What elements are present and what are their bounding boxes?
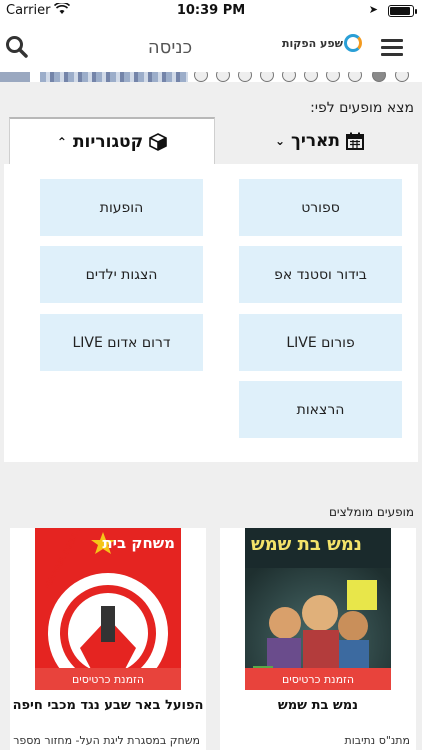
logo-swirl-icon (344, 34, 362, 52)
tab-categories-label: קטגוריות (72, 131, 144, 152)
carousel-dot[interactable] (348, 72, 362, 82)
box-icon (149, 132, 167, 151)
event-title[interactable]: הפועל באר שבע נגד מכבי חיפה (10, 698, 206, 713)
calendar-icon (346, 132, 365, 150)
tab-date-label: תאריך (291, 130, 341, 151)
order-tickets-button[interactable]: הזמנת כרטיסים (245, 668, 391, 690)
event-card[interactable]: משחק בית HAPOEL BEER-SHEVA הזמנת כרטיסים… (10, 528, 206, 750)
category-south-red-live[interactable]: דרום אדום LIVE (40, 314, 203, 371)
banner-image (0, 72, 30, 82)
app-header: כניסה שפע הפקות (0, 22, 422, 72)
category-forum-live[interactable]: פורום LIVE (239, 314, 402, 371)
chevron-up-icon: ⌃ (56, 134, 67, 149)
carousel-dot[interactable] (304, 72, 318, 82)
poster-title: נמש בת שמש (251, 534, 362, 555)
order-tickets-button[interactable]: הזמנת כרטיסים (35, 668, 181, 690)
recommended-label: מופעים מומלצים (328, 505, 414, 519)
carousel-dot[interactable] (216, 72, 230, 82)
carousel-dot[interactable] (395, 72, 409, 82)
clock: 10:39 PM (176, 3, 246, 18)
event-description: מתנ"ס נתיבות (344, 734, 410, 747)
event-poster[interactable]: נמש בת שמש (245, 528, 391, 690)
banner-image (40, 72, 188, 82)
carousel-dot[interactable] (326, 72, 340, 82)
category-lectures[interactable]: הרצאות (239, 381, 402, 438)
carousel-dot[interactable] (282, 72, 296, 82)
carousel-dot[interactable] (238, 72, 252, 82)
location-arrow-icon: ➤ (368, 3, 378, 16)
carousel-dot-active[interactable] (372, 72, 386, 82)
carousel-dot[interactable] (194, 72, 208, 82)
category-shows[interactable]: הופעות (40, 179, 203, 236)
login-link[interactable]: כניסה (100, 37, 240, 58)
carousel-dot[interactable] (260, 72, 274, 82)
category-kids[interactable]: הצגות ילדים (40, 246, 203, 303)
event-card[interactable]: נמש בת שמש הזמנת כרטיסים נמש בת שמש מתנ"… (220, 528, 416, 750)
category-standup[interactable]: בידור וסטנד אפ (239, 246, 402, 303)
chevron-down-icon: ⌄ (274, 133, 285, 148)
banner-carousel[interactable] (0, 72, 422, 82)
tab-categories[interactable]: קטגוריות ⌃ (9, 117, 215, 164)
logo-text: שפע הפקות (282, 37, 343, 50)
battery-icon (388, 5, 417, 17)
hamburger-menu-icon[interactable] (381, 39, 403, 57)
category-sport[interactable]: ספורט (239, 179, 402, 236)
poster-home-game: משחק בית (102, 534, 175, 552)
find-by-label: מצא מופעים לפי: (310, 100, 414, 116)
search-icon[interactable] (4, 34, 30, 60)
status-bar: Carrier 10:39 PM ➤ (0, 0, 422, 22)
app-logo[interactable]: שפע הפקות (282, 34, 362, 56)
event-poster[interactable]: משחק בית HAPOEL BEER-SHEVA (35, 528, 181, 690)
tab-date[interactable]: תאריך ⌄ (217, 117, 422, 164)
event-title[interactable]: נמש בת שמש (220, 698, 416, 713)
event-description: משחק במסגרת ליגת העל- מחזור מספר (13, 734, 200, 747)
